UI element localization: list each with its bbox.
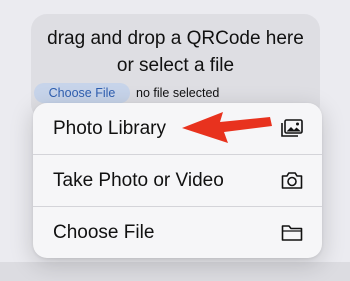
dropzone-instruction-line1: drag and drop a QRCode here [47,28,304,49]
menu-item-label: Take Photo or Video [53,170,224,191]
menu-item-label: Photo Library [53,118,167,139]
camera-icon [280,169,304,191]
file-status-text: no file selected [136,86,220,100]
photo-library-icon [280,117,304,139]
menu-item-photo-library[interactable]: Photo Library [33,103,322,154]
folder-icon [280,221,304,243]
bottom-strip [0,262,350,281]
menu-item-label: Choose File [53,222,155,243]
choose-file-button[interactable]: Choose File [34,83,130,103]
dropzone-instruction-line2: or select a file [116,55,235,76]
file-source-menu: Photo Library Take Photo or Video Choose… [33,103,322,258]
menu-item-choose-file[interactable]: Choose File [33,207,322,258]
menu-item-take-photo[interactable]: Take Photo or Video [33,155,322,206]
